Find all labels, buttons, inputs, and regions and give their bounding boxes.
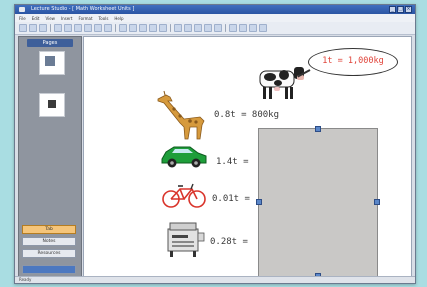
sidebar-button-apply[interactable] [22,265,76,274]
menu-file[interactable]: File [19,16,26,21]
redo-icon[interactable] [64,24,72,32]
tab-pages[interactable]: Pages [27,39,73,47]
resize-handle-right[interactable] [374,199,380,205]
window-title: Lecture Studio - [ Math Worksheet Units … [31,6,135,12]
menu-format[interactable]: Format [78,16,92,21]
thumbnail-content [48,100,56,108]
grid-icon[interactable] [194,24,202,32]
bicycle-image [162,183,206,208]
copier-image [167,222,205,257]
fullscreen-icon[interactable] [249,24,257,32]
copier-weight-text: 0.28t = [210,237,248,247]
menu-bar: File Edit View Insert Format Tools Help [15,14,415,22]
toolbar-separator [50,24,51,32]
sidebar-button-notes[interactable]: Notes [22,237,76,246]
undo-icon[interactable] [54,24,62,32]
screen-icon[interactable] [204,24,212,32]
toolbar [15,22,415,35]
resize-handle-left[interactable] [256,199,262,205]
thumbnail-content [45,56,55,66]
next-page-icon[interactable] [239,24,247,32]
title-bar[interactable]: Lecture Studio - [ Math Worksheet Units … [15,5,415,14]
minimize-button[interactable]: _ [389,6,396,13]
cover-panel[interactable] [256,126,380,279]
new-icon[interactable] [19,24,27,32]
zoom-in-icon[interactable] [174,24,182,32]
image-icon[interactable] [159,24,167,32]
sidebar-button-tab[interactable]: Tab [22,225,76,234]
car-image [161,146,207,168]
highlighter-icon[interactable] [94,24,102,32]
app-window: Lecture Studio - [ Math Worksheet Units … [14,4,416,284]
shape-icon[interactable] [129,24,137,32]
toolbar-separator [225,24,226,32]
menu-view[interactable]: View [45,16,55,21]
sidebar-button-resources[interactable]: Resources [22,249,76,258]
window-controls: _ □ × [389,6,412,13]
pen-icon[interactable] [84,24,92,32]
menu-insert[interactable]: Insert [61,16,72,21]
page-thumbnail-1[interactable] [39,51,65,75]
speech-bubble[interactable]: 1t = 1,000kg [308,48,398,76]
status-text: Ready [19,277,32,282]
line-icon[interactable] [119,24,127,32]
open-icon[interactable] [29,24,37,32]
zoom-out-icon[interactable] [184,24,192,32]
giraffe-weight-text: 0.8t = 800kg [214,110,280,120]
status-bar: Ready [15,276,415,283]
bubble-text: 1t = 1,000kg [322,56,384,66]
pointer-icon[interactable] [74,24,82,32]
cow-image [259,67,304,99]
toolbar-separator [115,24,116,32]
bicycle-weight-text: 0.01t = [212,194,250,204]
page-sidebar: Pages Tab Notes Resources [18,36,82,278]
menu-edit[interactable]: Edit [32,16,40,21]
settings-icon[interactable] [259,24,267,32]
menu-help[interactable]: Help [114,16,123,21]
toolbar-separator [170,24,171,32]
close-button[interactable]: × [405,6,412,13]
car-weight-text: 1.4t = [216,157,249,167]
prev-page-icon[interactable] [229,24,237,32]
color-icon[interactable] [149,24,157,32]
maximize-button[interactable]: □ [397,6,404,13]
giraffe-image [157,90,205,140]
menu-tools[interactable]: Tools [99,16,109,21]
resize-handle-top[interactable] [315,126,321,132]
save-icon[interactable] [39,24,47,32]
page-thumbnail-2[interactable] [39,93,65,117]
app-icon [19,7,25,12]
whiteboard-canvas[interactable]: 1t = 1,000kg 0.8t = 800kg 1.4t = 0.01t =… [83,36,412,279]
text-icon[interactable] [139,24,147,32]
eraser-icon[interactable] [104,24,112,32]
record-icon[interactable] [214,24,222,32]
